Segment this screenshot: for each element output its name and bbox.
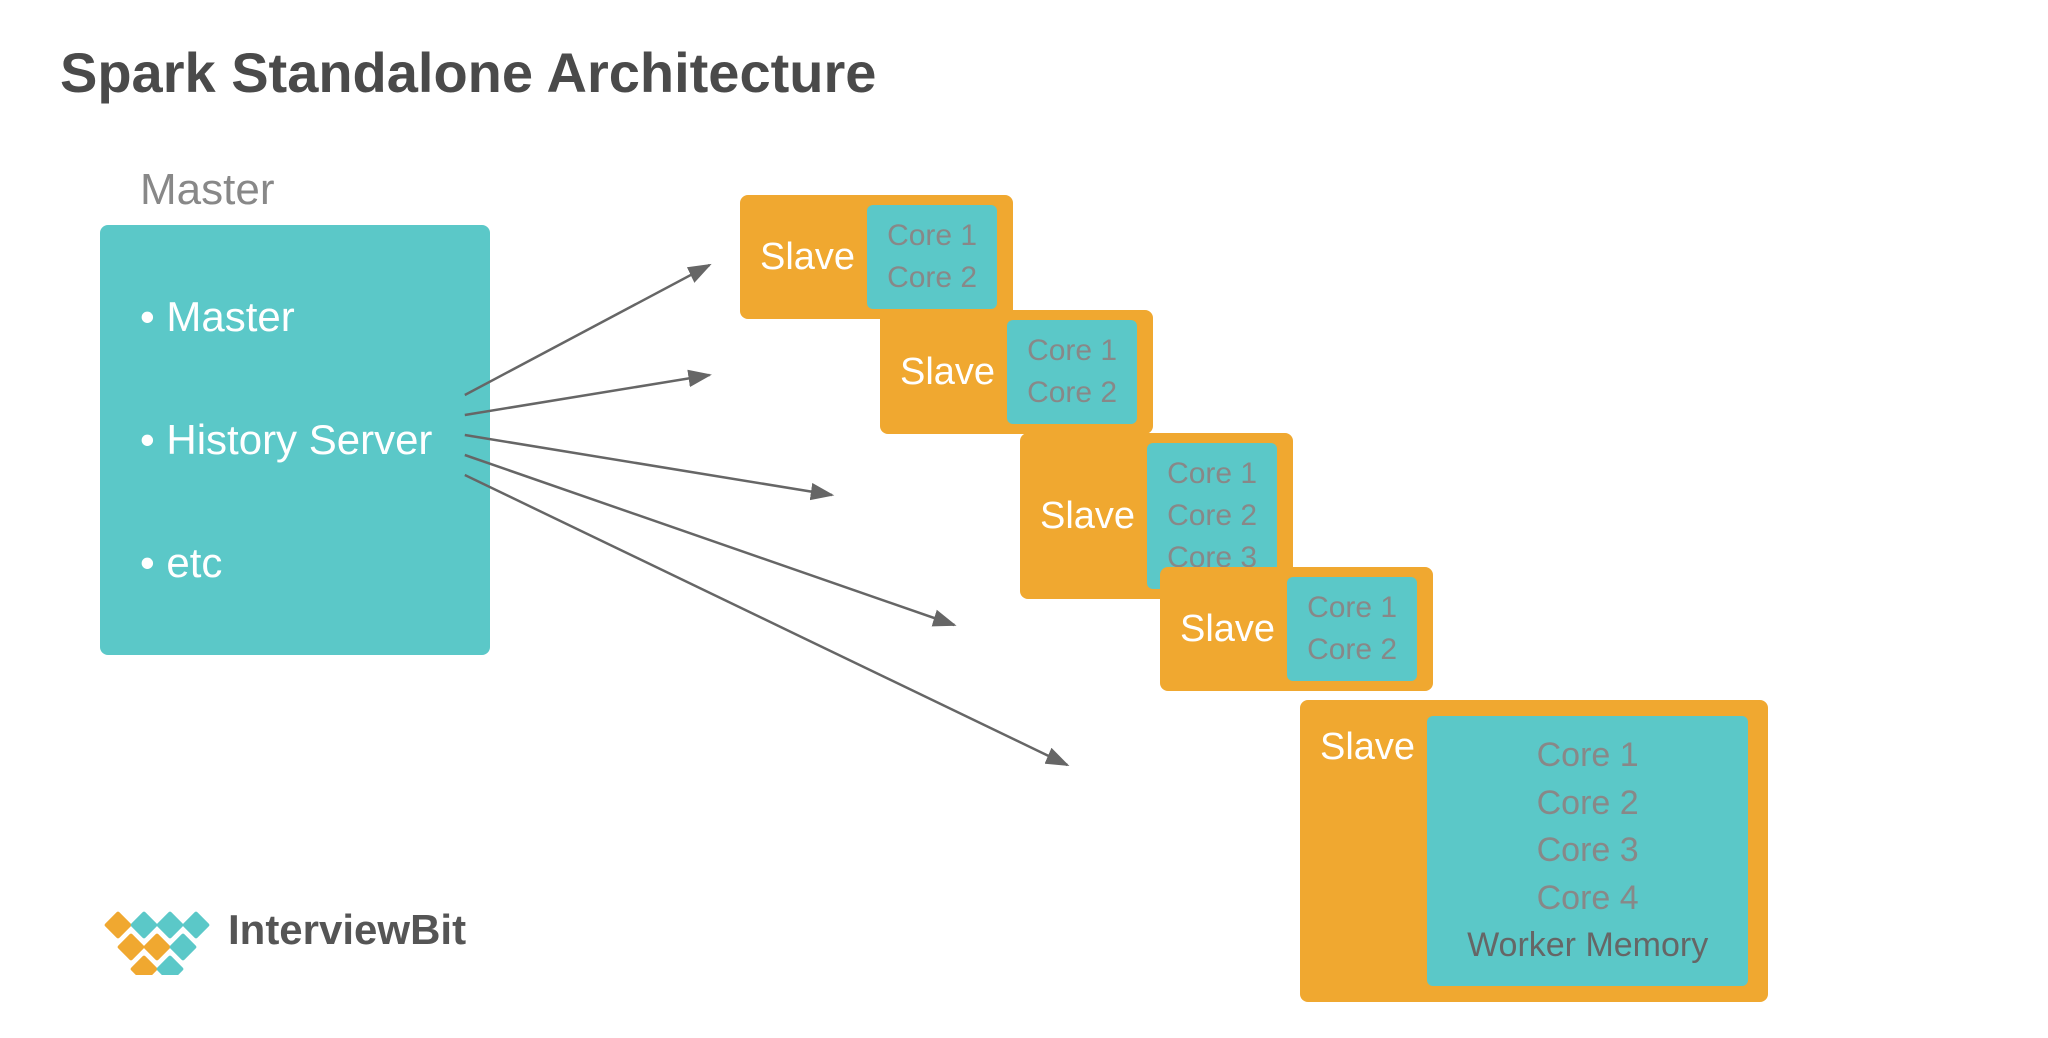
master-item-etc: • etc — [140, 539, 450, 587]
slave-label-1: Slave — [760, 236, 855, 279]
core-4-2: Core 2 — [1307, 629, 1397, 671]
core-2-2: Core 2 — [1027, 372, 1117, 414]
worker-memory: Worker Memory — [1467, 922, 1708, 970]
page-container: Spark Standalone Architecture Master • M… — [0, 0, 2048, 1038]
core-5-2: Core 2 — [1537, 780, 1639, 828]
master-item-master: • Master — [140, 293, 450, 341]
cores-box-4: Core 1 Core 2 — [1287, 577, 1417, 681]
interviewbit-logo-icon — [100, 885, 210, 975]
core-1-1: Core 1 — [887, 215, 977, 257]
logo-area: InterviewBit — [100, 885, 466, 975]
core-3-2: Core 2 — [1167, 495, 1257, 537]
slave-label-5: Slave — [1320, 726, 1415, 769]
slave-group-4: Slave Core 1 Core 2 — [1160, 567, 1433, 691]
slave-box-1: Slave Core 1 Core 2 — [740, 195, 1013, 319]
slave-label-2: Slave — [900, 351, 995, 394]
cores-box-5: Core 1 Core 2 Core 3 Core 4 Worker Memor… — [1427, 716, 1748, 986]
logo-bold: Bit — [410, 906, 466, 953]
core-5-1: Core 1 — [1537, 732, 1639, 780]
slave-group-2: Slave Core 1 Core 2 — [880, 310, 1153, 434]
core-5-3: Core 3 — [1537, 827, 1639, 875]
slave-label-3: Slave — [1040, 495, 1135, 538]
slave-box-5: Slave Core 1 Core 2 Core 3 Core 4 Worker… — [1300, 700, 1768, 1002]
diagram-area: Master • Master • History Server • etc — [60, 135, 1988, 1005]
slave-box-4: Slave Core 1 Core 2 — [1160, 567, 1433, 691]
logo-plain: Interview — [228, 906, 410, 953]
core-1-2: Core 2 — [887, 257, 977, 299]
cores-box-2: Core 1 Core 2 — [1007, 320, 1137, 424]
slave-group-1: Slave Core 1 Core 2 — [740, 195, 1013, 319]
logo-text: InterviewBit — [228, 906, 466, 954]
page-title: Spark Standalone Architecture — [60, 40, 1988, 105]
slave-label-4: Slave — [1180, 608, 1275, 651]
master-label: Master — [140, 165, 274, 215]
master-box: • Master • History Server • etc — [100, 225, 490, 655]
core-4-1: Core 1 — [1307, 587, 1397, 629]
core-5-4: Core 4 — [1537, 875, 1639, 923]
master-item-history: • History Server — [140, 416, 450, 464]
slave-box-2: Slave Core 1 Core 2 — [880, 310, 1153, 434]
cores-box-1: Core 1 Core 2 — [867, 205, 997, 309]
core-3-1: Core 1 — [1167, 453, 1257, 495]
slave-group-5: Slave Core 1 Core 2 Core 3 Core 4 Worker… — [1300, 700, 1768, 1002]
core-2-1: Core 1 — [1027, 330, 1117, 372]
